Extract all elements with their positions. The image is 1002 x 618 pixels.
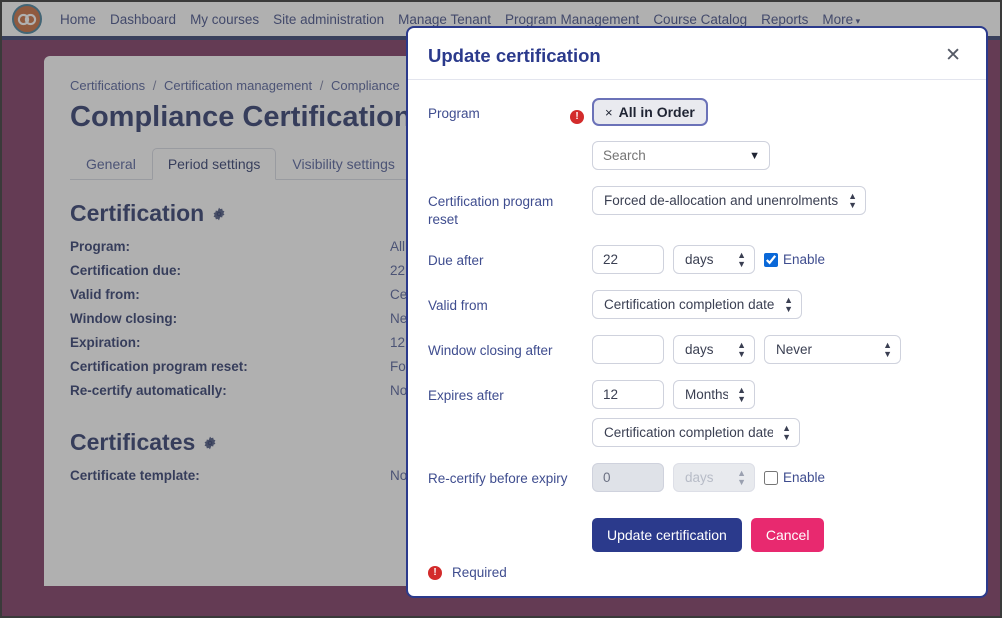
due-after-enable-wrapper[interactable]: Enable [764, 252, 825, 267]
chip-label: All in Order [618, 104, 695, 120]
window-closing-anchor-wrapper: Never ▲ ▼ [764, 335, 901, 365]
field-label-window-closing-after: Window closing after [428, 343, 553, 359]
required-marker-spacer [570, 245, 592, 253]
modal-title: Update certification [428, 44, 601, 66]
modal-action-buttons: Update certification Cancel [592, 518, 966, 553]
field-control-recertify-before-expiry: days ▲▼ Enable [592, 463, 966, 493]
field-row-program: Program ! × All in Order ▼ [428, 98, 966, 170]
program-chip-all-in-order[interactable]: × All in Order [592, 98, 708, 126]
program-search-input[interactable] [592, 141, 770, 170]
modal-footer: ! Required [408, 555, 986, 596]
required-marker-spacer [570, 463, 592, 471]
close-icon[interactable]: ✕ [940, 44, 966, 67]
field-row-window-closing-after: Window closing after days ▲ ▼ Never ▲ ▼ [428, 335, 966, 365]
recertify-unit-select: days [673, 463, 755, 493]
due-after-unit-select[interactable]: days [673, 245, 755, 275]
recertify-enable-checkbox[interactable] [764, 470, 778, 485]
field-row-recertify-before-expiry: Re-certify before expiry days ▲▼ Enable [428, 463, 966, 493]
modal-body: Program ! × All in Order ▼ [408, 80, 986, 555]
browser-page-frame: Home Dashboard My courses Site administr… [0, 0, 1002, 618]
required-marker-spacer [570, 290, 592, 298]
program-search-wrapper: ▼ [592, 141, 770, 170]
field-row-due-after: Due after days ▲▼ Enable [428, 245, 966, 275]
modal-header: Update certification ✕ [408, 28, 986, 80]
field-control-certification-program-reset: Forced de-allocation and unenrolments ▲ ▼ [592, 186, 966, 215]
field-label-due-after: Due after [428, 253, 484, 269]
update-certification-button[interactable]: Update certification [592, 518, 742, 553]
required-exclamation-icon: ! [570, 110, 584, 124]
field-control-valid-from: Certification completion date ▲ ▼ [592, 290, 966, 320]
reset-select-wrapper: Forced de-allocation and unenrolments ▲ ▼ [592, 186, 866, 215]
expires-after-unit-wrapper: Months ▲ ▼ [673, 380, 755, 410]
field-label-expires-after: Expires after [428, 388, 504, 404]
field-row-certification-program-reset: Certification program reset Forced de-al… [428, 186, 966, 229]
expires-after-anchor-wrapper: Certification completion date ▲ ▼ [592, 418, 800, 448]
window-closing-amount-input[interactable] [592, 335, 664, 365]
valid-from-select-wrapper: Certification completion date ▲ ▼ [592, 290, 802, 320]
due-after-unit-wrapper: days ▲ ▼ [673, 245, 755, 275]
required-marker-program: ! [570, 98, 592, 124]
recertify-enable-wrapper[interactable]: Enable [764, 470, 825, 485]
field-control-program: × All in Order ▼ [592, 98, 966, 170]
field-row-expires-after: Expires after Months ▲▼ Certification co… [428, 380, 966, 448]
due-after-enable-label: Enable [783, 252, 826, 268]
field-control-due-after: days ▲▼ Enable [592, 245, 966, 275]
field-label-certification-program-reset: Certification program reset [428, 194, 554, 228]
field-label-valid-from: Valid from [428, 298, 488, 314]
recertify-enable-label: Enable [783, 470, 826, 486]
field-label-program: Program [428, 106, 480, 121]
required-legend-label: Required [452, 565, 507, 580]
recertify-amount-input [592, 463, 664, 493]
required-exclamation-icon: ! [428, 565, 442, 580]
field-control-expires-after: Months ▲▼ Certification completion date … [592, 380, 966, 448]
window-closing-anchor-select[interactable]: Never [764, 335, 901, 365]
required-marker-spacer [570, 186, 592, 194]
cancel-button[interactable]: Cancel [750, 518, 825, 553]
due-after-enable-checkbox[interactable] [764, 252, 778, 267]
expires-after-anchor-select[interactable]: Certification completion date [592, 418, 800, 448]
field-control-window-closing-after: days ▲ ▼ Never ▲ ▼ [592, 335, 966, 365]
chip-remove-icon[interactable]: × [605, 105, 613, 120]
expires-after-amount-input[interactable] [592, 380, 664, 410]
required-marker-spacer [570, 380, 592, 388]
required-marker-spacer [570, 335, 592, 343]
field-row-valid-from: Valid from Certification completion date… [428, 290, 966, 320]
recertify-unit-wrapper: days ▲ ▼ [673, 463, 755, 493]
window-closing-unit-wrapper: days ▲ ▼ [673, 335, 755, 365]
window-closing-unit-select[interactable]: days [673, 335, 755, 365]
expires-after-unit-select[interactable]: Months [673, 380, 755, 410]
due-after-amount-input[interactable] [592, 245, 664, 275]
field-label-recertify-before-expiry: Re-certify before expiry [428, 471, 568, 487]
update-certification-modal: Update certification ✕ Program ! × All i… [406, 26, 988, 598]
certification-program-reset-select[interactable]: Forced de-allocation and unenrolments [592, 186, 866, 215]
valid-from-select[interactable]: Certification completion date [592, 290, 802, 320]
